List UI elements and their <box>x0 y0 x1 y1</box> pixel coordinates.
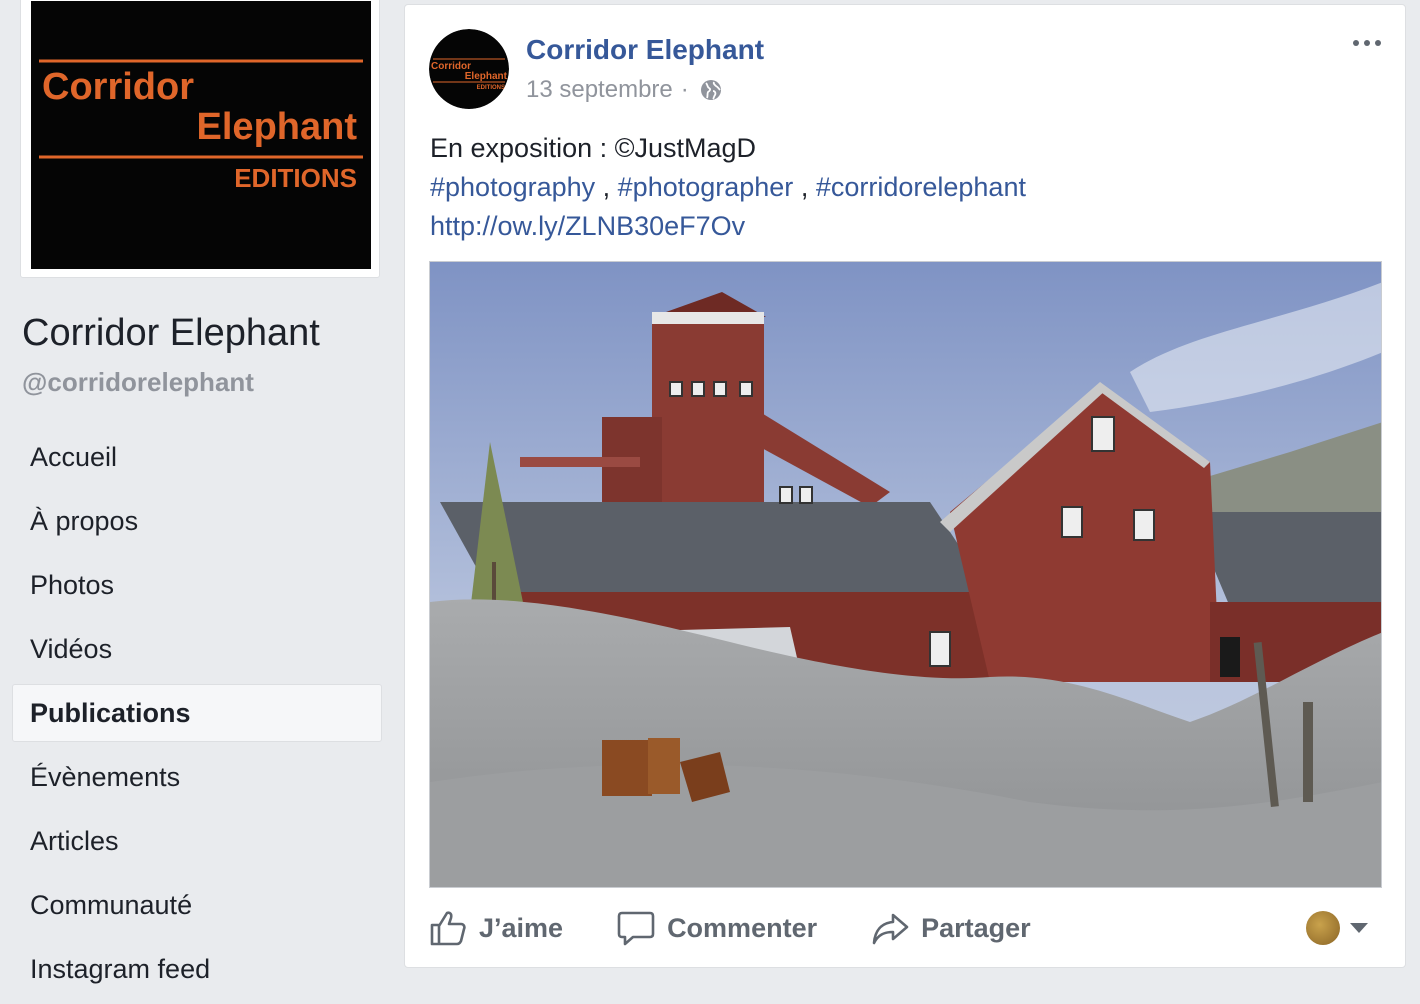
comment-label: Commenter <box>667 912 818 943</box>
nav-item-articles[interactable]: Articles <box>12 812 382 870</box>
reaction-identity-selector[interactable] <box>1306 911 1368 945</box>
post-author-name[interactable]: Corridor Elephant <box>526 34 764 66</box>
nav-item-accueil[interactable]: Accueil <box>12 428 382 486</box>
avatar-logo-line2: Elephant <box>465 71 508 82</box>
nav-item-videos[interactable]: Vidéos <box>12 620 382 678</box>
share-label: Partager <box>921 912 1031 943</box>
post-photo[interactable] <box>429 261 1382 888</box>
post-options-icon[interactable] <box>1353 33 1385 53</box>
post-body: En exposition : ©JustMagD #photography ,… <box>430 129 1380 246</box>
user-avatar <box>1306 911 1340 945</box>
nav-item-a-propos[interactable]: À propos <box>12 492 382 550</box>
logo-image: Corridor Elephant EDITIONS <box>31 1 371 269</box>
page-navigation: Accueil À propos Photos Vidéos Publicati… <box>12 428 382 1004</box>
nav-item-instagram-feed[interactable]: Instagram feed <box>12 940 382 998</box>
post-card: Corridor Elephant EDITIONS Corridor Elep… <box>404 4 1406 968</box>
hashtag-corridorelephant[interactable]: #corridorelephant <box>816 172 1026 202</box>
page-title[interactable]: Corridor Elephant <box>22 312 320 355</box>
nav-item-photos[interactable]: Photos <box>12 556 382 614</box>
chevron-down-icon <box>1350 923 1368 933</box>
logo-artwork: Corridor Elephant EDITIONS <box>31 1 371 269</box>
like-button[interactable]: J’aime <box>429 909 563 947</box>
post-actions-bar: J’aime Commenter Partager <box>429 903 1382 953</box>
avatar-logo-line3: EDITIONS <box>477 85 505 91</box>
author-avatar[interactable]: Corridor Elephant EDITIONS <box>429 29 509 109</box>
meta-separator: · <box>680 76 689 103</box>
hashtag-separator: , <box>595 172 618 202</box>
nav-item-evenements[interactable]: Évènements <box>12 748 382 806</box>
hashtag-photographer[interactable]: #photographer <box>618 172 794 202</box>
post-meta: 13 septembre · <box>526 76 723 104</box>
share-arrow-icon <box>872 913 909 945</box>
nav-item-communaute[interactable]: Communauté <box>12 876 382 934</box>
like-label: J’aime <box>479 912 564 943</box>
avatar-logo: Corridor Elephant EDITIONS <box>429 29 509 109</box>
comment-bubble-icon <box>617 911 655 946</box>
page-profile-picture[interactable]: Corridor Elephant EDITIONS <box>20 0 380 278</box>
hashtag-separator: , <box>793 172 816 202</box>
post-url-link[interactable]: http://ow.ly/ZLNB30eF7Ov <box>430 207 1380 246</box>
comment-button[interactable]: Commenter <box>617 909 817 947</box>
post-date[interactable]: 13 septembre <box>526 76 673 104</box>
post-hashtags: #photography , #photographer , #corridor… <box>430 168 1380 207</box>
logo-line1: Corridor <box>42 66 194 108</box>
share-button[interactable]: Partager <box>871 909 1031 947</box>
hashtag-photography[interactable]: #photography <box>430 172 595 202</box>
page-username[interactable]: @corridorelephant <box>22 367 254 398</box>
globe-icon[interactable] <box>699 78 723 102</box>
thumbs-up-icon <box>430 911 466 946</box>
logo-line3: EDITIONS <box>234 163 357 193</box>
nav-item-publications[interactable]: Publications <box>12 684 382 742</box>
post-text-intro: En exposition : ©JustMagD <box>430 133 757 163</box>
logo-line2: Elephant <box>197 106 358 148</box>
photo-abandoned-mill <box>430 262 1381 887</box>
